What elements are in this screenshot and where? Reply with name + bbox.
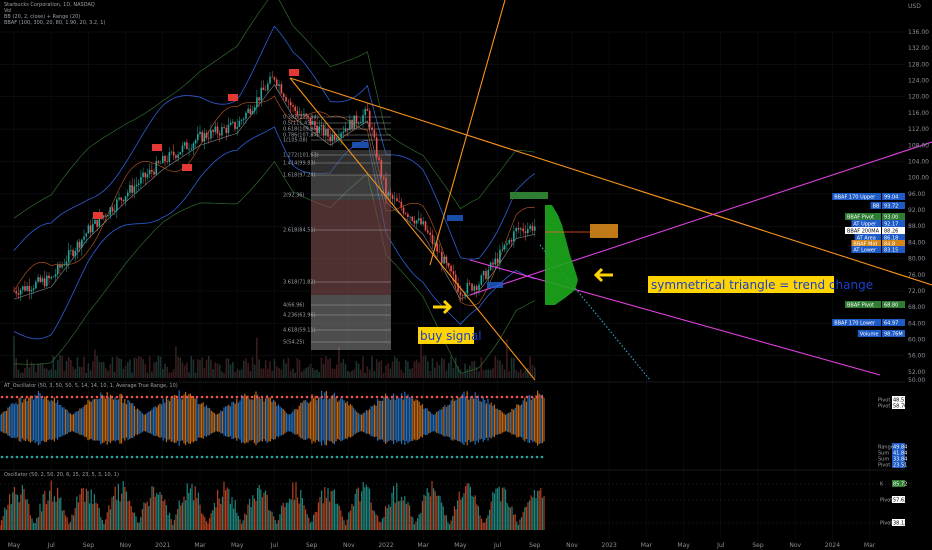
stock-chart[interactable]: Starbucks Corporation, 1D, NASDAQ Vol BB…	[0, 0, 932, 550]
time-tick: Sep	[752, 542, 764, 549]
triangle-label: symmetrical triangle = trend change	[651, 278, 873, 292]
fib-level-label: 4.618(59.11)	[283, 328, 316, 334]
fib-level-label: 5(54.25)	[283, 340, 304, 346]
time-tick: May	[677, 542, 690, 549]
time-tick: May	[231, 542, 244, 549]
price-tick: 132.00	[908, 45, 929, 52]
indicator-value: 93.00	[884, 215, 898, 221]
price-tick: 88.00	[908, 223, 925, 230]
price-tick: 96.00	[908, 191, 925, 198]
fib-level-label: 2.618(84.51)	[283, 228, 316, 234]
price-tick: 64.00	[908, 320, 925, 327]
price-tick: 92.00	[908, 207, 925, 214]
price-tick: 108.00	[908, 142, 929, 149]
time-tick: 2023	[602, 542, 617, 549]
indicator-label: BBAF Pivot	[847, 303, 874, 309]
fib-level-label: 4.236(63.96)	[283, 313, 316, 319]
indicator-value: 98.76M	[884, 332, 903, 338]
price-tick: 60.00	[908, 337, 925, 344]
time-tick: 2022	[378, 542, 393, 549]
osc1-label: Pivot	[878, 463, 890, 469]
price-tick: 128.00	[908, 61, 929, 68]
osc2-value: 57.62	[893, 498, 907, 504]
indicator-value: 93.72	[884, 204, 898, 210]
indicator-label: BBAF 200MA	[847, 229, 880, 235]
indicator-label: BBAF 170 Upper	[834, 195, 876, 201]
osc2-label: Pivot	[880, 521, 892, 527]
indicator-value: 83.15	[884, 248, 898, 254]
osc1-title: AT_Oscillator (50, 3, 50, 50, 5, 14, 14,…	[4, 383, 178, 389]
price-tick: 124.00	[908, 78, 929, 85]
osc2-value: 38.13	[893, 521, 907, 527]
buy-signal-label: buy signal	[420, 329, 482, 343]
price-tick: 120.00	[908, 94, 929, 101]
time-tick: Mar	[194, 542, 206, 549]
osc1-label: Pivot	[878, 404, 890, 410]
legend-bbaf: BBAF (100, 300, 20, 80, 1.90, 20, 3.2, 1…	[4, 20, 105, 26]
price-tick: 50.00	[908, 377, 925, 384]
time-tick: May	[8, 542, 21, 549]
indicator-value: 92.17	[884, 222, 898, 228]
indicator-value: 64.97	[884, 321, 898, 327]
time-tick: Mar	[864, 542, 876, 549]
osc1-value: 23.51	[893, 463, 907, 469]
osc2-title: Oscillator (50, 2, 50, 20, 6, 15, 23, 5,…	[4, 472, 119, 478]
time-tick: May	[454, 542, 467, 549]
price-tick: 112.00	[908, 126, 929, 133]
price-tick: 52.00	[908, 369, 925, 376]
fib-level-label: 2(92.36)	[283, 193, 304, 199]
price-unit: USD	[908, 3, 921, 10]
fib-level-label: 3.618(71.82)	[283, 280, 316, 286]
fib-level-label: 1.618(97.24)	[283, 173, 316, 179]
time-tick: Jul	[47, 542, 56, 549]
osc2-label: Pivot	[880, 498, 892, 504]
fib-level-label: 1(105.08)	[283, 138, 308, 144]
fib-level-label: 4(66.96)	[283, 303, 304, 309]
time-tick: Mar	[641, 542, 653, 549]
fib-level-label: 1.414(99.83)	[283, 161, 316, 167]
price-tick: 116.00	[908, 110, 929, 117]
time-tick: Mar	[418, 542, 430, 549]
time-tick: Jul	[716, 542, 725, 549]
indicator-value: 68.80	[884, 303, 898, 309]
indicator-label: BBAF Pivot	[847, 215, 874, 221]
price-tick: 84.00	[908, 239, 925, 246]
indicator-label: Volume	[860, 332, 879, 338]
indicator-label: AT Upper	[853, 222, 877, 228]
price-tick: 100.00	[908, 175, 929, 182]
indicator-value: 99.04	[884, 195, 898, 201]
chart-title: Starbucks Corporation, 1D, NASDAQ	[4, 2, 95, 8]
time-tick: Sep	[529, 542, 541, 549]
indicator-label: BB	[873, 204, 880, 210]
time-tick: Nov	[120, 542, 132, 549]
time-tick: Jul	[270, 542, 279, 549]
osc1-value: 58.70	[893, 404, 907, 410]
price-tick: 104.00	[908, 158, 929, 165]
price-tick: 136.00	[908, 29, 929, 36]
price-tick: 80.00	[908, 256, 925, 263]
time-tick: 2021	[155, 542, 170, 549]
price-tick: 72.00	[908, 288, 925, 295]
price-tick: 56.00	[908, 353, 925, 360]
time-tick: 2024	[825, 542, 840, 549]
price-tick: 76.00	[908, 272, 925, 279]
indicator-label: BBAF 170 Lower	[834, 321, 876, 327]
fib-level-label: 1.272(101.63)	[283, 153, 319, 159]
time-tick: Nov	[789, 542, 801, 549]
osc2-value: 85.72	[893, 482, 907, 488]
price-tick: 68.00	[908, 304, 925, 311]
time-tick: Sep	[83, 542, 95, 549]
time-tick: Sep	[306, 542, 318, 549]
indicator-label: AT Lower	[853, 248, 877, 254]
time-tick: Nov	[566, 542, 578, 549]
time-tick: Nov	[343, 542, 355, 549]
indicator-value: 88.26	[884, 229, 898, 235]
time-tick: Jul	[493, 542, 502, 549]
